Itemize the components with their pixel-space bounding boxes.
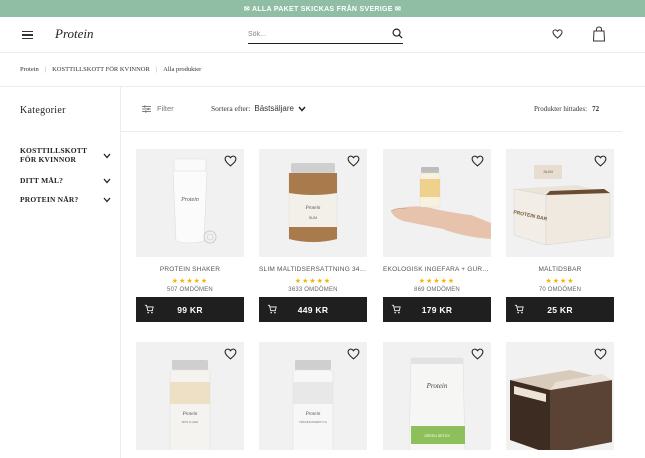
svg-text:Protein: Protein xyxy=(55,26,94,41)
heart-icon[interactable] xyxy=(347,348,360,360)
breadcrumb-separator: | xyxy=(156,66,157,73)
heart-icon[interactable] xyxy=(594,155,607,167)
product-reviews: 507 OMDÖMEN xyxy=(136,287,244,293)
count-value: 72 xyxy=(592,105,599,113)
logo[interactable]: Protein xyxy=(55,26,105,47)
chevron-down-icon[interactable] xyxy=(103,153,111,159)
cart-icon xyxy=(391,304,401,314)
search-bar xyxy=(248,24,403,44)
product-count: Produkter hittades: 72 xyxy=(534,105,599,113)
announcement-bar: ✉ ALLA PAKET SKICKAS FRÅN SVERIGE ✉ xyxy=(0,0,645,17)
svg-text:SKIN & HAIR: SKIN & HAIR xyxy=(182,420,199,424)
product-reviews: 869 OMDÖMEN xyxy=(383,287,491,293)
product-card[interactable]: Protein SKIN & HAIR xyxy=(136,342,244,450)
sidebar-title: Kategorier xyxy=(20,105,66,116)
breadcrumb: Protein | KOSTTILLSKOTT FÖR KVINNOR | Al… xyxy=(20,66,201,73)
logo-script-icon: Protein xyxy=(55,26,105,42)
product-card[interactable]: EKOLOGISK INGEFÄRA + GURKM... ★★★★★ 869 … xyxy=(383,149,491,322)
product-image[interactable]: Protein SKIN & HAIR xyxy=(136,342,244,450)
product-image[interactable] xyxy=(506,342,614,450)
product-image[interactable]: Protein GREEN DETOX xyxy=(383,342,491,450)
heart-icon[interactable] xyxy=(471,155,484,167)
product-card[interactable] xyxy=(506,342,614,450)
cart-icon xyxy=(144,304,154,314)
product-name[interactable]: SLIM MÅLTIDSERSÄTTNING 34 M... xyxy=(259,266,367,273)
heart-icon[interactable] xyxy=(224,155,237,167)
product-image[interactable]: SLIM PROTEIN BAR xyxy=(506,149,614,257)
svg-text:GREEN DETOX: GREEN DETOX xyxy=(424,434,450,438)
sort-value: Bästsäljare xyxy=(254,104,294,113)
svg-text:SLIM: SLIM xyxy=(309,216,317,220)
product-card[interactable]: Protein PROTEIN SHAKER ★★★★★ 507 OMDÖMEN… xyxy=(136,149,244,322)
add-to-cart-button[interactable]: 25 KR xyxy=(506,297,614,322)
divider xyxy=(0,86,645,87)
chevron-down-icon[interactable] xyxy=(103,197,111,203)
chevron-down-icon xyxy=(298,106,306,112)
breadcrumb-home[interactable]: Protein xyxy=(20,66,39,73)
breadcrumb-current: Alla produkter xyxy=(163,66,201,73)
shopping-bag-icon[interactable] xyxy=(592,26,606,42)
add-to-cart-button[interactable]: 99 KR xyxy=(136,297,244,322)
svg-text:Protein: Protein xyxy=(426,382,448,390)
svg-text:Protein: Protein xyxy=(305,412,321,417)
menu-icon[interactable] xyxy=(22,31,33,39)
filter-label: Filter xyxy=(157,104,174,113)
svg-text:Protein: Protein xyxy=(182,412,198,417)
category-ditt-mal[interactable]: DITT MÅL? xyxy=(20,176,100,185)
announcement-text: ✉ ALLA PAKET SKICKAS FRÅN SVERIGE ✉ xyxy=(244,5,401,13)
add-to-cart-button[interactable]: 449 KR xyxy=(259,297,367,322)
svg-text:Protein: Protein xyxy=(305,206,321,211)
heart-icon[interactable] xyxy=(471,348,484,360)
heart-icon[interactable] xyxy=(594,348,607,360)
product-reviews: 70 OMDÖMEN xyxy=(506,287,614,293)
product-rating-stars: ★★★★★ xyxy=(136,277,244,285)
site-header: Protein xyxy=(0,17,645,53)
chevron-down-icon[interactable] xyxy=(103,178,111,184)
product-card[interactable]: Protein SLIM SLIM MÅLTIDSERSÄTTNING 34 M… xyxy=(259,149,367,322)
divider xyxy=(120,86,121,458)
search-input[interactable] xyxy=(248,29,392,38)
product-card[interactable]: Protein GREEN DETOX xyxy=(383,342,491,450)
product-card[interactable]: Protein TRÄNINGSVERKTYG xyxy=(259,342,367,450)
svg-text:SLIM: SLIM xyxy=(543,169,552,174)
breadcrumb-category[interactable]: KOSTTILLSKOTT FÖR KVINNOR xyxy=(52,66,150,73)
heart-icon[interactable] xyxy=(347,155,360,167)
divider xyxy=(120,131,622,132)
product-image[interactable]: Protein SLIM xyxy=(259,149,367,257)
count-label: Produkter hittades: xyxy=(534,105,587,113)
svg-text:Protein: Protein xyxy=(180,197,199,203)
cart-icon xyxy=(267,304,277,314)
heart-icon[interactable] xyxy=(224,348,237,360)
product-name[interactable]: EKOLOGISK INGEFÄRA + GURKM... xyxy=(383,266,491,273)
product-rating-stars: ★★★★★ xyxy=(259,277,367,285)
product-image[interactable] xyxy=(383,149,491,257)
filter-button[interactable]: Filter xyxy=(142,104,174,113)
breadcrumb-separator: | xyxy=(45,66,46,73)
product-rating-stars: ★★★★★ xyxy=(383,277,491,285)
product-rating-stars: ★★★★ xyxy=(506,277,614,285)
filter-sliders-icon xyxy=(142,105,151,113)
product-image[interactable]: Protein xyxy=(136,149,244,257)
search-icon[interactable] xyxy=(392,28,403,39)
sort-dropdown[interactable]: Sortera efter: Bästsäljare xyxy=(211,104,306,113)
sort-label: Sortera efter: xyxy=(211,104,250,113)
product-name[interactable]: PROTEIN SHAKER xyxy=(136,266,244,273)
cart-icon xyxy=(514,304,524,314)
product-card[interactable]: SLIM PROTEIN BAR MÅLTIDSBAR ★★★★ 70 OMDÖ… xyxy=(506,149,614,322)
add-to-cart-button[interactable]: 179 KR xyxy=(383,297,491,322)
wishlist-heart-icon[interactable] xyxy=(552,29,563,39)
category-kosttillskott[interactable]: KOSTTILLSKOTT FÖR KVINNOR xyxy=(20,146,100,164)
product-reviews: 3633 OMDÖMEN xyxy=(259,287,367,293)
category-protein-nar[interactable]: PROTEIN NÄR? xyxy=(20,195,100,204)
product-name[interactable]: MÅLTIDSBAR xyxy=(506,266,614,273)
svg-text:TRÄNINGSVERKTYG: TRÄNINGSVERKTYG xyxy=(299,420,327,424)
product-image[interactable]: Protein TRÄNINGSVERKTYG xyxy=(259,342,367,450)
